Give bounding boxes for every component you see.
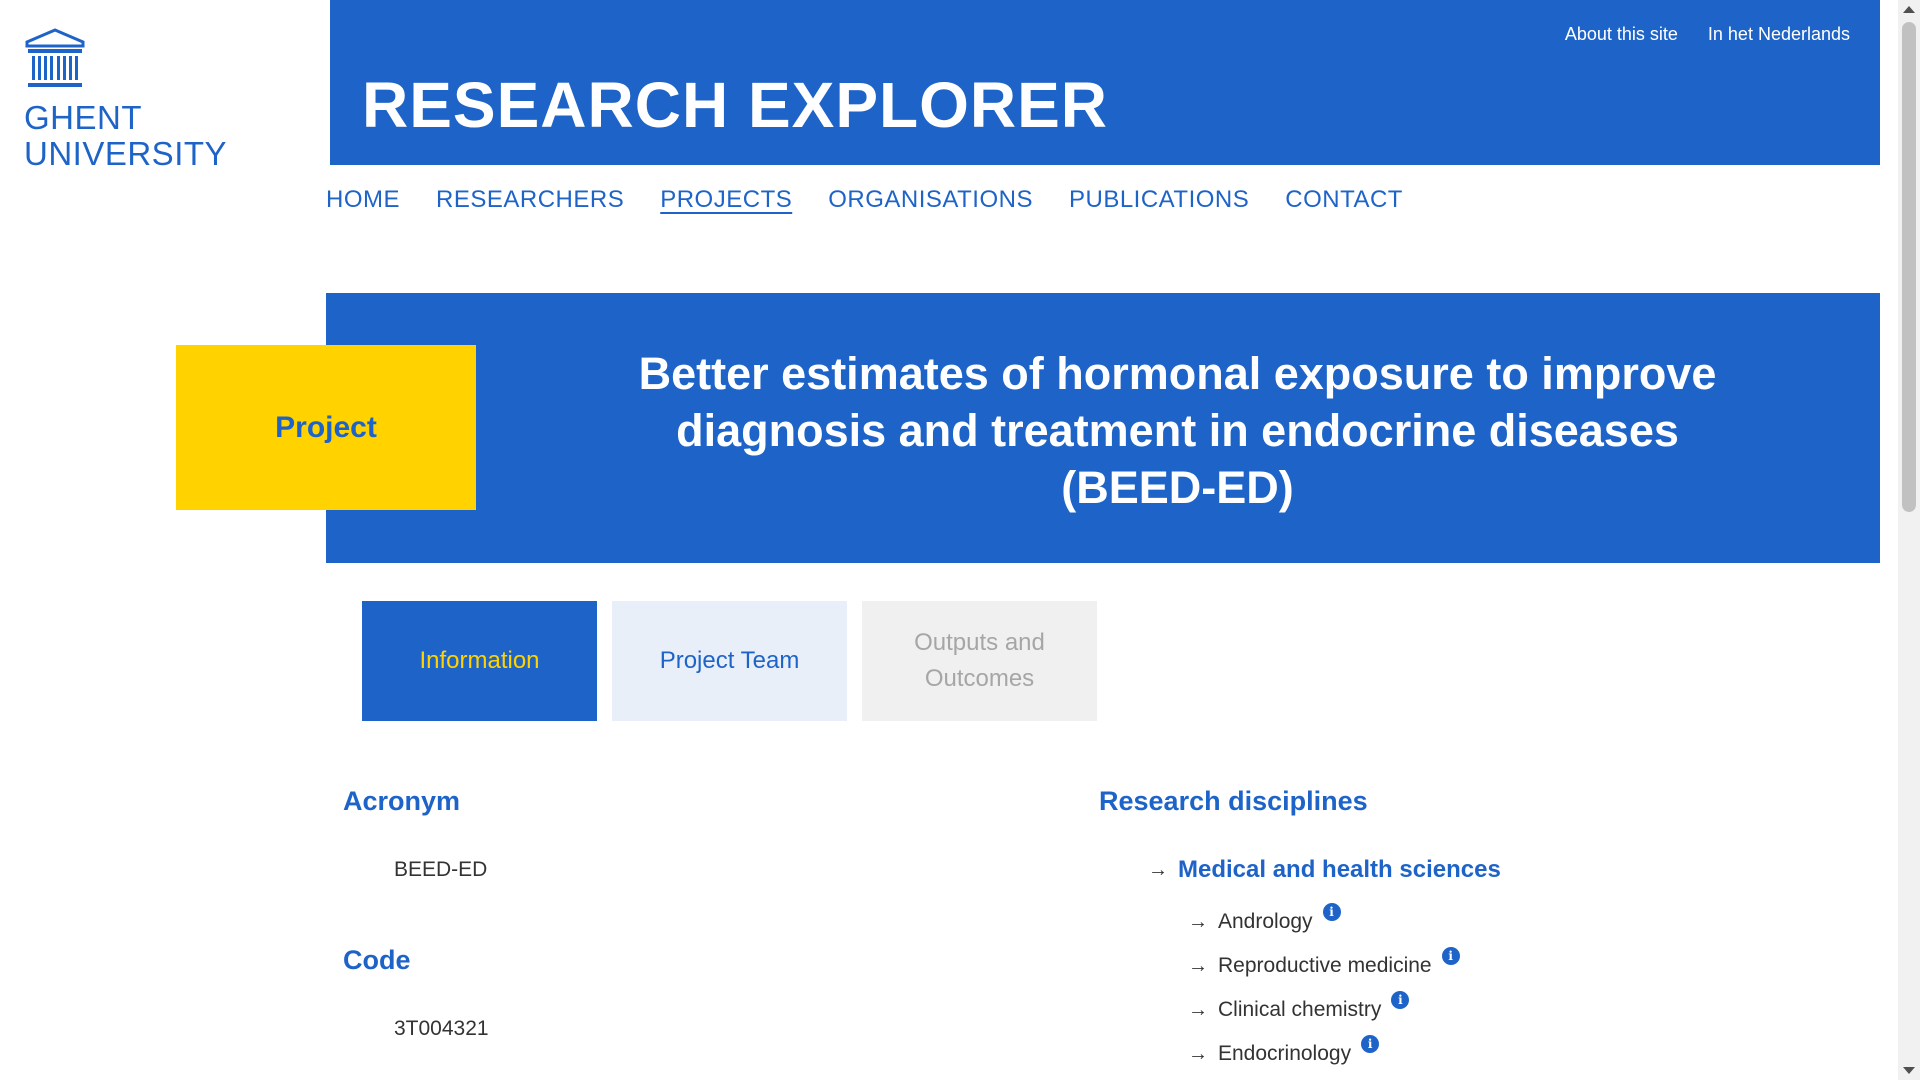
arrow-right-icon: → bbox=[1188, 1042, 1208, 1065]
nav-researchers[interactable]: RESEARCHERS bbox=[436, 186, 624, 214]
nav-home[interactable]: HOME bbox=[326, 186, 400, 214]
tab-information[interactable]: Information bbox=[362, 601, 597, 721]
discipline-label: Andrology bbox=[1218, 910, 1313, 933]
info-icon[interactable]: i bbox=[1322, 903, 1341, 921]
project-tabs: Information Project Team Outputs and Out… bbox=[362, 601, 1097, 721]
nav-organisations[interactable]: ORGANISATIONS bbox=[828, 186, 1033, 214]
site-title[interactable]: RESEARCH EXPLORER bbox=[362, 68, 1108, 142]
nav-projects[interactable]: PROJECTS bbox=[660, 186, 792, 214]
list-item: → Andrology i bbox=[1188, 900, 1460, 944]
logo-line-1: GHENT bbox=[24, 99, 142, 136]
university-building-icon bbox=[25, 28, 85, 87]
list-item: → Reproductive medicine i bbox=[1188, 944, 1460, 988]
ghent-university-logo[interactable]: GHENT UNIVERSITY bbox=[24, 28, 228, 172]
research-disciplines-heading: Research disciplines bbox=[1099, 786, 1368, 816]
logo-wordmark: GHENT UNIVERSITY bbox=[24, 99, 228, 172]
content-type-badge: Project bbox=[176, 345, 476, 510]
vertical-scrollbar[interactable] bbox=[1898, 0, 1920, 1080]
discipline-label: Endocrinology bbox=[1218, 1042, 1352, 1065]
discipline-sublist: → Andrology i → Reproductive medicine i … bbox=[1188, 900, 1460, 1076]
discipline-label: Clinical chemistry bbox=[1218, 998, 1382, 1021]
arrow-right-icon: → bbox=[1148, 858, 1168, 881]
info-icon[interactable]: i bbox=[1441, 947, 1460, 965]
arrow-right-icon: → bbox=[1188, 998, 1208, 1021]
code-heading: Code bbox=[343, 945, 411, 975]
acronym-value: BEED-ED bbox=[394, 858, 488, 881]
info-icon[interactable]: i bbox=[1361, 1035, 1380, 1053]
discipline-top-level: → Medical and health sciences bbox=[1148, 856, 1501, 884]
project-title: Better estimates of hormonal exposure to… bbox=[638, 348, 1717, 513]
discipline-label: Reproductive medicine bbox=[1218, 954, 1432, 977]
nav-publications[interactable]: PUBLICATIONS bbox=[1069, 186, 1249, 214]
acronym-heading: Acronym bbox=[343, 786, 461, 816]
main-navigation: HOME RESEARCHERS PROJECTS ORGANISATIONS … bbox=[326, 186, 1403, 214]
language-switch-link[interactable]: In het Nederlands bbox=[1708, 24, 1850, 45]
scroll-up-arrow-icon[interactable] bbox=[1903, 6, 1915, 13]
scroll-down-arrow-icon[interactable] bbox=[1903, 1067, 1915, 1074]
site-header: RESEARCH EXPLORER About this site In het… bbox=[330, 0, 1880, 165]
utility-links: About this site In het Nederlands bbox=[1565, 24, 1850, 45]
arrow-right-icon: → bbox=[1188, 954, 1208, 977]
logo-line-2: UNIVERSITY bbox=[24, 135, 228, 172]
content-type-label: Project bbox=[275, 410, 377, 444]
scrollbar-thumb[interactable] bbox=[1902, 22, 1916, 512]
tab-outputs-and-outcomes: Outputs and Outcomes bbox=[862, 601, 1097, 721]
arrow-right-icon: → bbox=[1188, 910, 1208, 933]
nav-contact[interactable]: CONTACT bbox=[1285, 186, 1403, 214]
list-item: → Clinical chemistry i bbox=[1188, 988, 1460, 1032]
about-link[interactable]: About this site bbox=[1565, 24, 1678, 45]
info-icon[interactable]: i bbox=[1391, 991, 1410, 1009]
code-value: 3T004321 bbox=[394, 1017, 489, 1040]
tab-project-team[interactable]: Project Team bbox=[612, 601, 847, 721]
discipline-medical-health-link[interactable]: Medical and health sciences bbox=[1178, 856, 1501, 884]
list-item: → Endocrinology i bbox=[1188, 1032, 1460, 1076]
